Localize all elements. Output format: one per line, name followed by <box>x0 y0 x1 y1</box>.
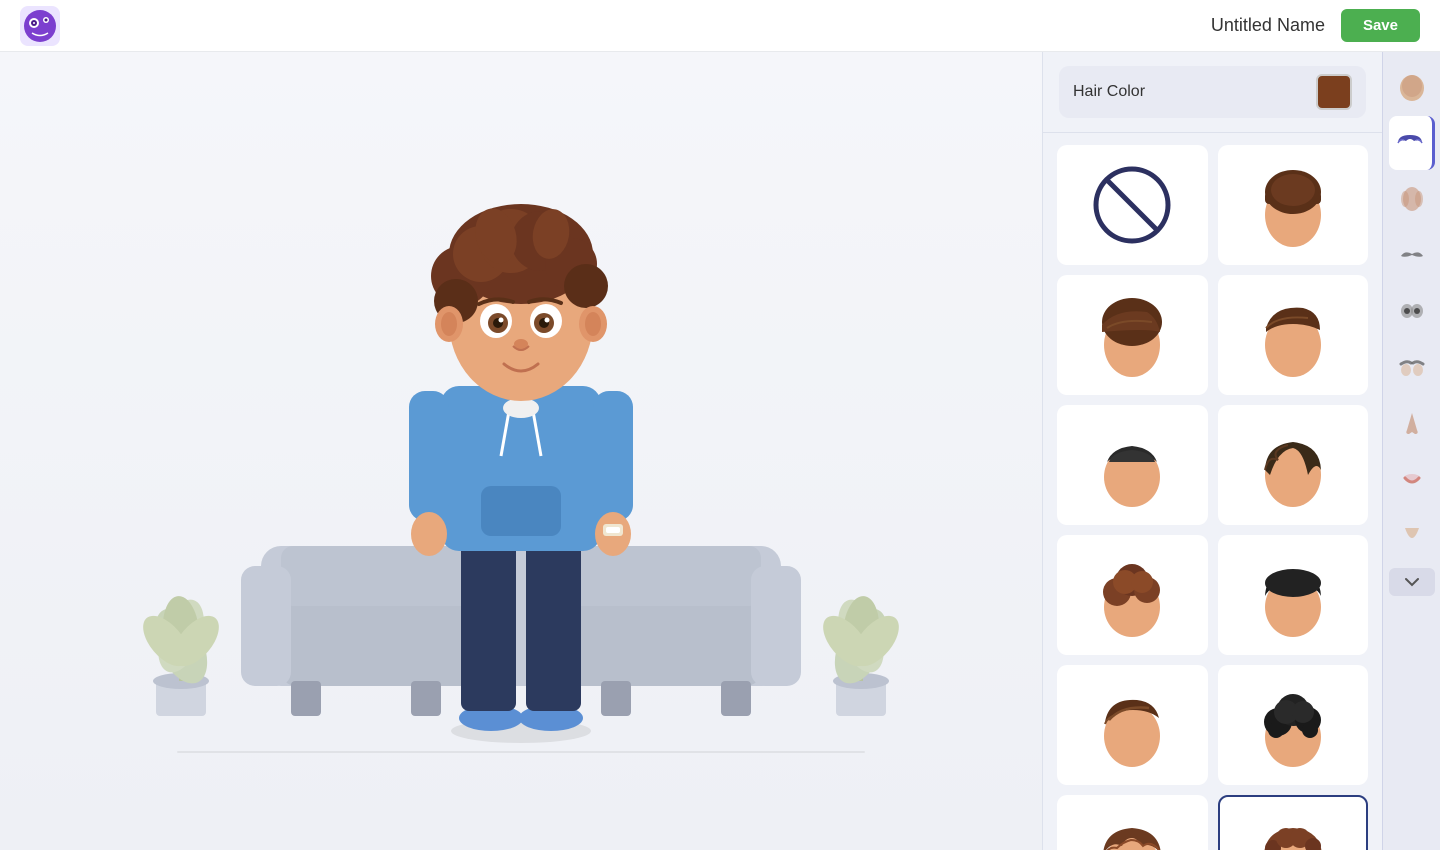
logo-icon <box>20 6 60 46</box>
plant-left <box>121 526 241 731</box>
hair-option-none[interactable] <box>1057 145 1208 265</box>
hair-thumb-4 <box>1087 420 1177 510</box>
sidebar-item-chin[interactable] <box>1389 508 1435 562</box>
hair-option-4[interactable] <box>1057 405 1208 525</box>
face-icon <box>1397 72 1427 102</box>
logo-area <box>20 6 60 46</box>
header-right: Untitled Name Save <box>1211 9 1420 42</box>
scroll-down-button[interactable] <box>1389 568 1435 596</box>
hair-thumb-7 <box>1248 550 1338 640</box>
sidebar-item-eyes[interactable] <box>1389 284 1435 338</box>
plant-right-svg <box>801 526 921 726</box>
hair-thumb-3 <box>1248 290 1338 380</box>
header: Untitled Name Save <box>0 0 1440 52</box>
hair-option-3[interactable] <box>1218 275 1369 395</box>
hair-thumb-8 <box>1087 680 1177 770</box>
no-hair-icon <box>1092 165 1172 245</box>
hair-option-7[interactable] <box>1218 535 1369 655</box>
ears-icon <box>1397 184 1427 214</box>
sidebar-item-nose[interactable] <box>1389 396 1435 450</box>
hair-thumb-5 <box>1248 420 1338 510</box>
eyes-icon <box>1397 296 1427 326</box>
hair-thumb-11 <box>1248 810 1338 850</box>
mustache-icon <box>1397 240 1427 270</box>
hair-color-row: Hair Color <box>1059 66 1366 118</box>
hair-thumb-6 <box>1087 550 1177 640</box>
document-title: Untitled Name <box>1211 15 1325 36</box>
hair-thumb-9 <box>1248 680 1338 770</box>
chin-icon <box>1397 520 1427 550</box>
hair-color-swatch[interactable] <box>1316 74 1352 110</box>
canvas-area <box>0 52 1042 850</box>
hair-active-icon <box>1394 127 1426 159</box>
panel-header: Hair Color <box>1043 52 1382 133</box>
hair-thumb-1 <box>1248 160 1338 250</box>
character-svg <box>361 146 681 746</box>
sidebar-item-mouth[interactable] <box>1389 452 1435 506</box>
nose-icon <box>1397 408 1427 438</box>
side-icon-bar <box>1382 52 1440 850</box>
hair-option-2[interactable] <box>1057 275 1208 395</box>
sidebar-item-ears[interactable] <box>1389 172 1435 226</box>
hair-option-6[interactable] <box>1057 535 1208 655</box>
sidebar-item-hair[interactable] <box>1389 116 1435 170</box>
hair-color-label: Hair Color <box>1073 83 1145 101</box>
hair-grid <box>1043 133 1382 850</box>
hair-option-9[interactable] <box>1218 665 1369 785</box>
sidebar-item-eyebrows[interactable] <box>1389 340 1435 394</box>
chevron-down-icon <box>1405 577 1419 587</box>
main-area: Hair Color <box>0 52 1440 850</box>
eyebrows-icon <box>1397 352 1427 382</box>
mouth-icon <box>1397 464 1427 494</box>
plant-left-svg <box>121 526 241 726</box>
scene-container <box>91 91 951 811</box>
hair-option-8[interactable] <box>1057 665 1208 785</box>
sidebar-item-face[interactable] <box>1389 60 1435 114</box>
sidebar-item-mustache[interactable] <box>1389 228 1435 282</box>
hair-thumb-2 <box>1087 290 1177 380</box>
right-panel: Hair Color <box>1042 52 1382 850</box>
character <box>361 146 681 751</box>
hair-option-11[interactable] <box>1218 795 1369 850</box>
hair-thumb-10 <box>1087 810 1177 850</box>
hair-option-5[interactable] <box>1218 405 1369 525</box>
floor-line <box>177 751 865 753</box>
hair-option-10[interactable] <box>1057 795 1208 850</box>
plant-right <box>801 526 921 731</box>
save-button[interactable]: Save <box>1341 9 1420 42</box>
hair-option-1[interactable] <box>1218 145 1369 265</box>
